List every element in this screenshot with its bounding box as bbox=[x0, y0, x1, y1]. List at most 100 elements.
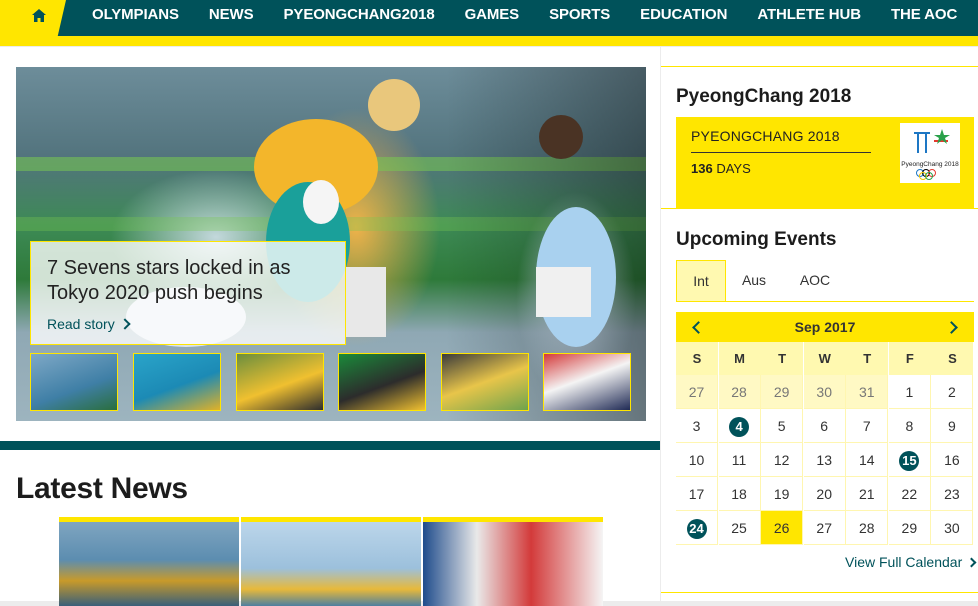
days-label: DAYS bbox=[716, 161, 751, 176]
calendar-day[interactable]: 5 bbox=[761, 409, 804, 443]
calendar-day[interactable]: 6 bbox=[803, 409, 846, 443]
calendar-day[interactable]: 2 bbox=[931, 375, 974, 409]
thumbnail[interactable] bbox=[236, 353, 324, 411]
divider bbox=[661, 66, 978, 67]
calendar-day[interactable]: 26 bbox=[761, 511, 804, 545]
nav-item-the-aoc[interactable]: THE AOC bbox=[891, 0, 957, 36]
calendar-day[interactable]: 27 bbox=[803, 511, 846, 545]
read-story-label: Read story bbox=[47, 316, 115, 332]
thumbnail[interactable] bbox=[133, 353, 221, 411]
nav-item-pyeongchang2018[interactable]: PYEONGCHANG2018 bbox=[284, 0, 435, 36]
thumbnail[interactable] bbox=[441, 353, 529, 411]
nav-item-athlete-hub[interactable]: ATHLETE HUB bbox=[757, 0, 861, 36]
logo-caption: PyeongChang 2018 bbox=[901, 161, 959, 168]
calendar-day[interactable]: 18 bbox=[718, 477, 761, 511]
nav-menu: OLYMPIANS NEWS PYEONGCHANG2018 GAMES SPORTS E… bbox=[92, 0, 978, 36]
thumbnail[interactable] bbox=[338, 353, 426, 411]
calendar-day[interactable]: 4 bbox=[718, 409, 761, 443]
event-day-marker: 15 bbox=[899, 451, 920, 471]
pyeongchang-countdown[interactable]: PYEONGCHANG 2018 136 DAYS PyeongChang 20… bbox=[676, 117, 974, 208]
calendar-day[interactable]: 23 bbox=[931, 477, 974, 511]
countdown-days: 136 DAYS bbox=[691, 161, 751, 176]
divider bbox=[691, 152, 871, 153]
news-card-image[interactable] bbox=[59, 517, 239, 606]
calendar-day[interactable]: 14 bbox=[846, 443, 889, 477]
home-icon bbox=[32, 9, 46, 22]
hero-image[interactable]: 7 Sevens stars locked in as Tokyo 2020 p… bbox=[16, 67, 646, 421]
weekday-label: M bbox=[718, 342, 761, 375]
calendar-day[interactable]: 27 bbox=[676, 375, 718, 409]
weekday-label: S bbox=[931, 342, 974, 375]
countdown-title: PYEONGCHANG 2018 bbox=[691, 128, 840, 144]
calendar-day[interactable]: 24 bbox=[676, 511, 718, 545]
weekday-label: T bbox=[761, 342, 804, 375]
divider bbox=[661, 592, 978, 593]
weekday-label: F bbox=[888, 342, 931, 375]
calendar-day[interactable]: 30 bbox=[803, 375, 846, 409]
pyeongchang-heading: PyeongChang 2018 bbox=[676, 86, 852, 107]
tab-int[interactable]: Int bbox=[676, 260, 726, 301]
latest-news-heading: Latest News bbox=[16, 472, 188, 505]
full-calendar-label: View Full Calendar bbox=[845, 554, 963, 570]
calendar-day[interactable]: 7 bbox=[846, 409, 889, 443]
thumbnail[interactable] bbox=[30, 353, 118, 411]
calendar-day[interactable]: 29 bbox=[888, 511, 931, 545]
calendar-day[interactable]: 25 bbox=[718, 511, 761, 545]
calendar-day[interactable]: 22 bbox=[888, 477, 931, 511]
calendar-day[interactable]: 13 bbox=[803, 443, 846, 477]
weekday-label: T bbox=[846, 342, 889, 375]
chevron-right-icon bbox=[966, 557, 977, 568]
main-content: 7 Sevens stars locked in as Tokyo 2020 p… bbox=[0, 47, 660, 606]
pyeongchang-emblem-icon bbox=[914, 129, 950, 180]
news-card-image[interactable] bbox=[241, 517, 421, 606]
calendar-day[interactable]: 15 bbox=[888, 443, 931, 477]
calendar-day[interactable]: 29 bbox=[761, 375, 804, 409]
thumbnail[interactable] bbox=[543, 353, 631, 411]
divider bbox=[661, 208, 978, 209]
calendar-day[interactable]: 17 bbox=[676, 477, 718, 511]
read-story-link[interactable]: Read story bbox=[47, 316, 131, 332]
calendar-header: Sep 2017 bbox=[676, 312, 974, 342]
calendar-day[interactable]: 31 bbox=[846, 375, 889, 409]
weekday-label: W bbox=[803, 342, 846, 375]
weekday-label: S bbox=[676, 342, 718, 375]
chevron-right-icon bbox=[119, 318, 131, 330]
event-day-marker: 4 bbox=[729, 417, 750, 437]
calendar-day[interactable]: 11 bbox=[718, 443, 761, 477]
calendar-day[interactable]: 19 bbox=[761, 477, 804, 511]
tab-aoc[interactable]: AOC bbox=[788, 260, 842, 300]
calendar-day[interactable]: 3 bbox=[676, 409, 718, 443]
thumbnail-strip bbox=[30, 353, 634, 411]
calendar-day[interactable]: 1 bbox=[888, 375, 931, 409]
nav-item-games[interactable]: GAMES bbox=[465, 0, 520, 36]
news-card-image[interactable] bbox=[423, 517, 603, 606]
calendar-day[interactable]: 12 bbox=[761, 443, 804, 477]
calendar-day[interactable]: 30 bbox=[931, 511, 974, 545]
nav-accent-bar bbox=[0, 36, 978, 46]
section-divider bbox=[0, 441, 660, 450]
nav-item-education[interactable]: EDUCATION bbox=[640, 0, 727, 36]
event-tabs: Int Aus AOC bbox=[676, 260, 974, 302]
calendar-day[interactable]: 8 bbox=[888, 409, 931, 443]
home-button[interactable] bbox=[0, 0, 66, 46]
view-full-calendar-link[interactable]: View Full Calendar bbox=[845, 554, 977, 570]
hero-caption: 7 Sevens stars locked in as Tokyo 2020 p… bbox=[30, 241, 346, 345]
nav-item-olympians[interactable]: OLYMPIANS bbox=[92, 0, 179, 36]
calendar-month: Sep 2017 bbox=[794, 319, 856, 335]
nav-item-news[interactable]: NEWS bbox=[209, 0, 254, 36]
hero-title[interactable]: 7 Sevens stars locked in as Tokyo 2020 p… bbox=[47, 256, 337, 306]
upcoming-events-heading: Upcoming Events bbox=[676, 229, 837, 250]
calendar-day[interactable]: 21 bbox=[846, 477, 889, 511]
calendar-day[interactable]: 16 bbox=[931, 443, 974, 477]
calendar-day[interactable]: 28 bbox=[846, 511, 889, 545]
calendar-day[interactable]: 20 bbox=[803, 477, 846, 511]
calendar-day[interactable]: 28 bbox=[718, 375, 761, 409]
calendar-day[interactable]: 10 bbox=[676, 443, 718, 477]
sidebar: PyeongChang 2018 PYEONGCHANG 2018 136 DA… bbox=[661, 47, 978, 601]
event-day-marker: 24 bbox=[686, 519, 707, 539]
calendar-day[interactable]: 9 bbox=[931, 409, 974, 443]
days-count: 136 bbox=[691, 161, 713, 176]
pyeongchang-logo: PyeongChang 2018 bbox=[900, 123, 960, 183]
tab-aus[interactable]: Aus bbox=[732, 260, 776, 300]
nav-item-sports[interactable]: SPORTS bbox=[549, 0, 610, 36]
